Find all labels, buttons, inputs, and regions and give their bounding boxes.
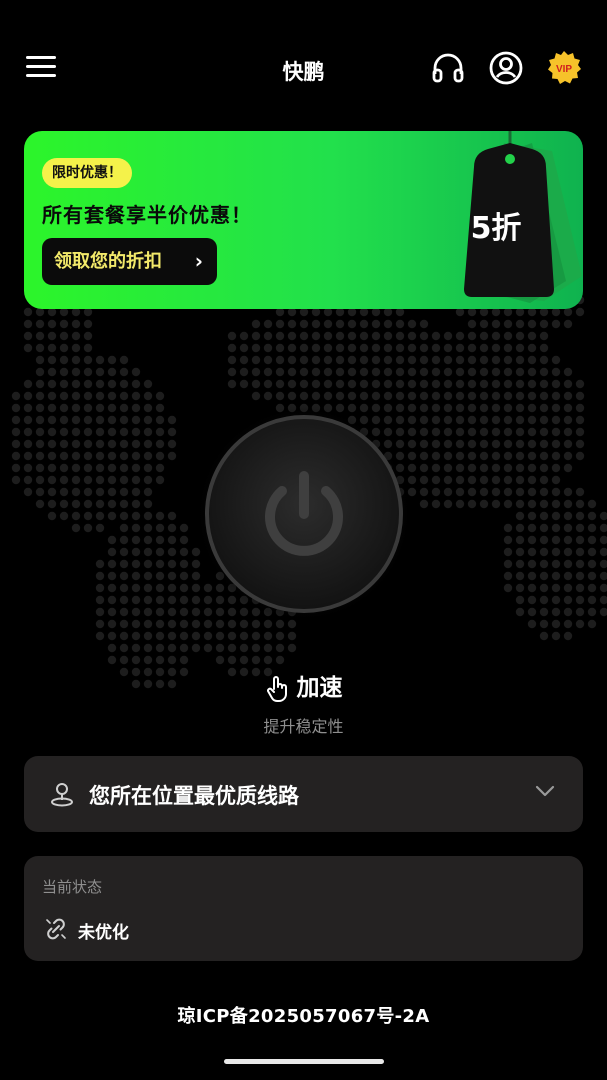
discount-value: 5折 — [470, 211, 522, 246]
location-label: 您所在位置最优质线路 — [89, 784, 299, 808]
status-value: 未优化 — [78, 923, 129, 943]
accelerate-action[interactable]: 加速 — [0, 668, 607, 703]
location-pin-icon — [51, 783, 73, 807]
status-card: 当前状态 未优化 — [24, 856, 583, 961]
power-button[interactable] — [196, 406, 412, 622]
chevron-right-icon: › — [194, 249, 203, 273]
promo-banner[interactable]: 限时优惠！ 所有套餐享半价优惠！ 领取您的折扣 › 5折 — [24, 131, 583, 309]
claim-discount-button[interactable]: 领取您的折扣 › — [42, 238, 217, 285]
accelerate-label: 加速 — [296, 675, 343, 701]
headset-icon[interactable] — [430, 50, 466, 86]
status-label: 当前状态 — [42, 878, 103, 896]
vip-badge-icon[interactable]: VIP — [546, 50, 582, 86]
promo-headline: 所有套餐享半价优惠！ — [42, 203, 252, 227]
location-selector[interactable]: 您所在位置最优质线路 — [24, 756, 583, 832]
vip-label: VIP — [556, 64, 572, 75]
pointer-hand-icon — [266, 675, 287, 702]
user-icon[interactable] — [488, 50, 524, 86]
broken-link-icon — [46, 918, 66, 940]
icp-license: 琼ICP备2025057067号-2A — [177, 1006, 430, 1027]
limited-offer-badge: 限时优惠！ — [42, 158, 132, 188]
claim-discount-label: 领取您的折扣 — [54, 251, 162, 272]
home-indicator[interactable] — [224, 1059, 384, 1064]
accelerate-subtitle: 提升稳定性 — [263, 717, 344, 736]
header-bar: 快鹏 VIP — [0, 40, 607, 100]
chevron-down-icon — [535, 785, 555, 797]
